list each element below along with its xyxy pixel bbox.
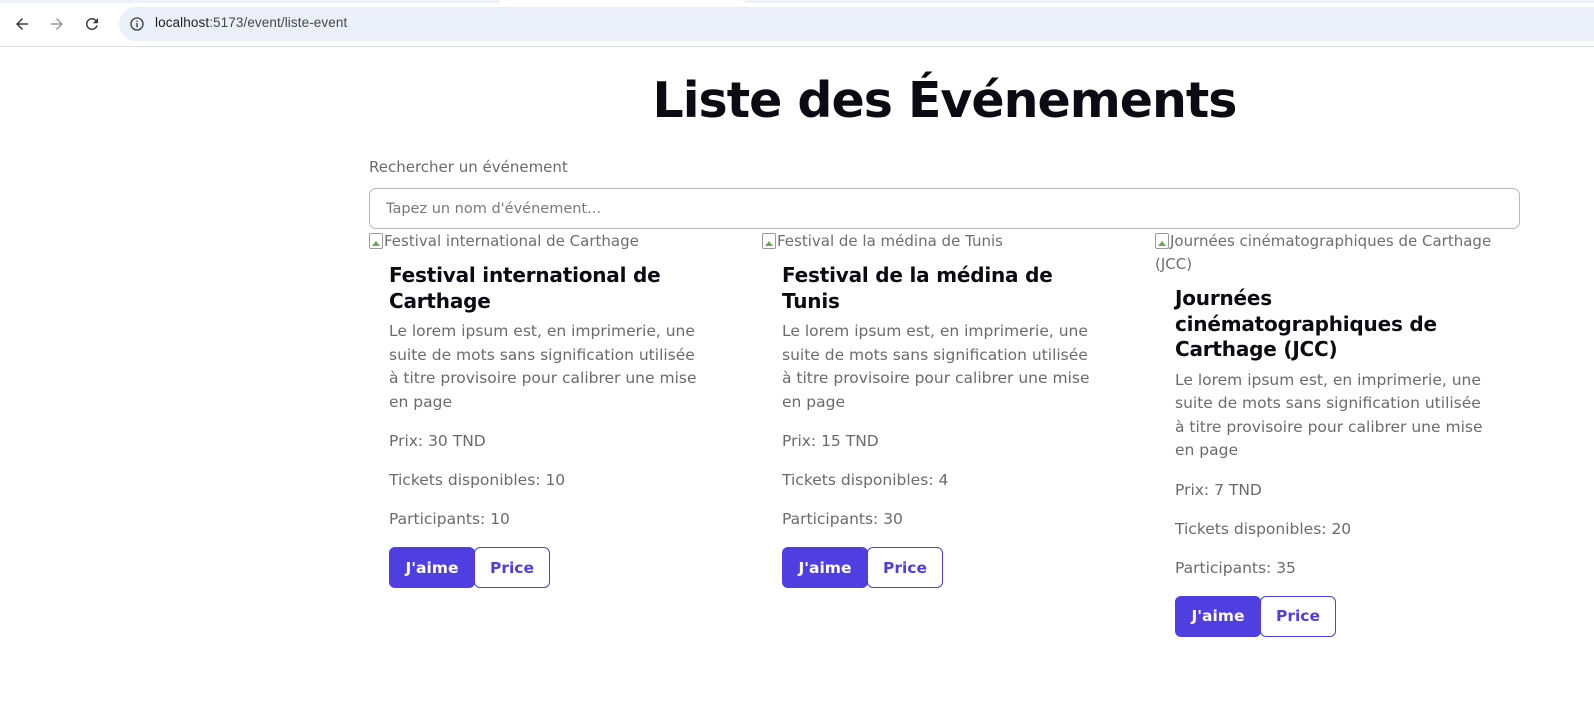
back-button[interactable] <box>8 10 36 38</box>
event-title: Journées cinématographiques de Carthage … <box>1175 286 1437 361</box>
reload-icon <box>85 17 98 30</box>
price-button[interactable]: Price <box>867 547 943 588</box>
event-actions: J'aime Price <box>389 547 703 588</box>
broken-image-icon <box>762 233 776 249</box>
browser-toolbar: localhost:5173/event/liste-event <box>0 0 1594 47</box>
event-card: Journées cinématographiques de Carthage … <box>1155 230 1509 637</box>
page-title: Liste des Événements <box>652 72 1238 129</box>
event-title: Festival international de Carthage <box>389 263 661 313</box>
price-button[interactable]: Price <box>474 547 550 588</box>
event-image-alt: Festival international de Carthage <box>384 232 639 250</box>
like-button[interactable]: J'aime <box>1175 595 1261 637</box>
forward-button[interactable] <box>43 10 71 38</box>
search-label: Rechercher un événement <box>369 158 568 176</box>
url-host: localhost <box>155 15 210 30</box>
event-card: Festival international de Carthage Festi… <box>369 230 723 588</box>
event-participants: Participants: 10 <box>389 510 510 528</box>
event-price: Prix: 15 TND <box>782 432 879 450</box>
event-actions: J'aime Price <box>1175 595 1489 637</box>
event-tickets: Tickets disponibles: 10 <box>389 471 566 489</box>
tab-strip <box>0 0 1594 3</box>
event-tickets: Tickets disponibles: 20 <box>1175 519 1352 538</box>
like-button[interactable]: J'aime <box>389 547 475 588</box>
event-image-alt: Festival de la médina de Tunis <box>777 232 1003 250</box>
address-bar[interactable]: localhost:5173/event/liste-event <box>119 7 1594 41</box>
event-card: Festival de la médina de Tunis Festival … <box>762 230 1116 588</box>
event-price: Prix: 7 TND <box>1175 480 1262 499</box>
event-image-alt: Journées cinématographiques de Carthage … <box>1155 232 1492 273</box>
like-button[interactable]: J'aime <box>782 547 868 588</box>
event-image: Festival de la médina de Tunis <box>762 230 1116 253</box>
event-title: Festival de la médina de Tunis <box>782 263 1053 313</box>
event-price: Prix: 30 TND <box>389 432 486 450</box>
broken-image-icon <box>1155 233 1169 249</box>
url-path: :5173/event/liste-event <box>209 15 348 30</box>
url-text[interactable]: localhost:5173/event/liste-event <box>155 15 347 30</box>
price-button[interactable]: Price <box>1260 595 1336 637</box>
event-description: Le lorem ipsum est, en imprimerie, une s… <box>389 322 697 411</box>
event-tickets: Tickets disponibles: 4 <box>782 471 949 489</box>
reload-button[interactable] <box>78 10 106 38</box>
event-description: Le lorem ipsum est, en imprimerie, une s… <box>1175 370 1483 460</box>
search-input[interactable] <box>369 188 1520 229</box>
event-description: Le lorem ipsum est, en imprimerie, une s… <box>782 322 1090 411</box>
event-image: Festival international de Carthage <box>369 230 723 253</box>
event-participants: Participants: 30 <box>782 510 903 528</box>
forward-arrow-icon <box>51 18 63 30</box>
event-participants: Participants: 35 <box>1175 558 1296 577</box>
event-image: Journées cinématographiques de Carthage … <box>1155 230 1509 276</box>
site-info-icon[interactable] <box>126 13 148 35</box>
back-arrow-icon <box>16 18 28 30</box>
event-actions: J'aime Price <box>782 547 1096 588</box>
broken-image-icon <box>369 233 383 249</box>
